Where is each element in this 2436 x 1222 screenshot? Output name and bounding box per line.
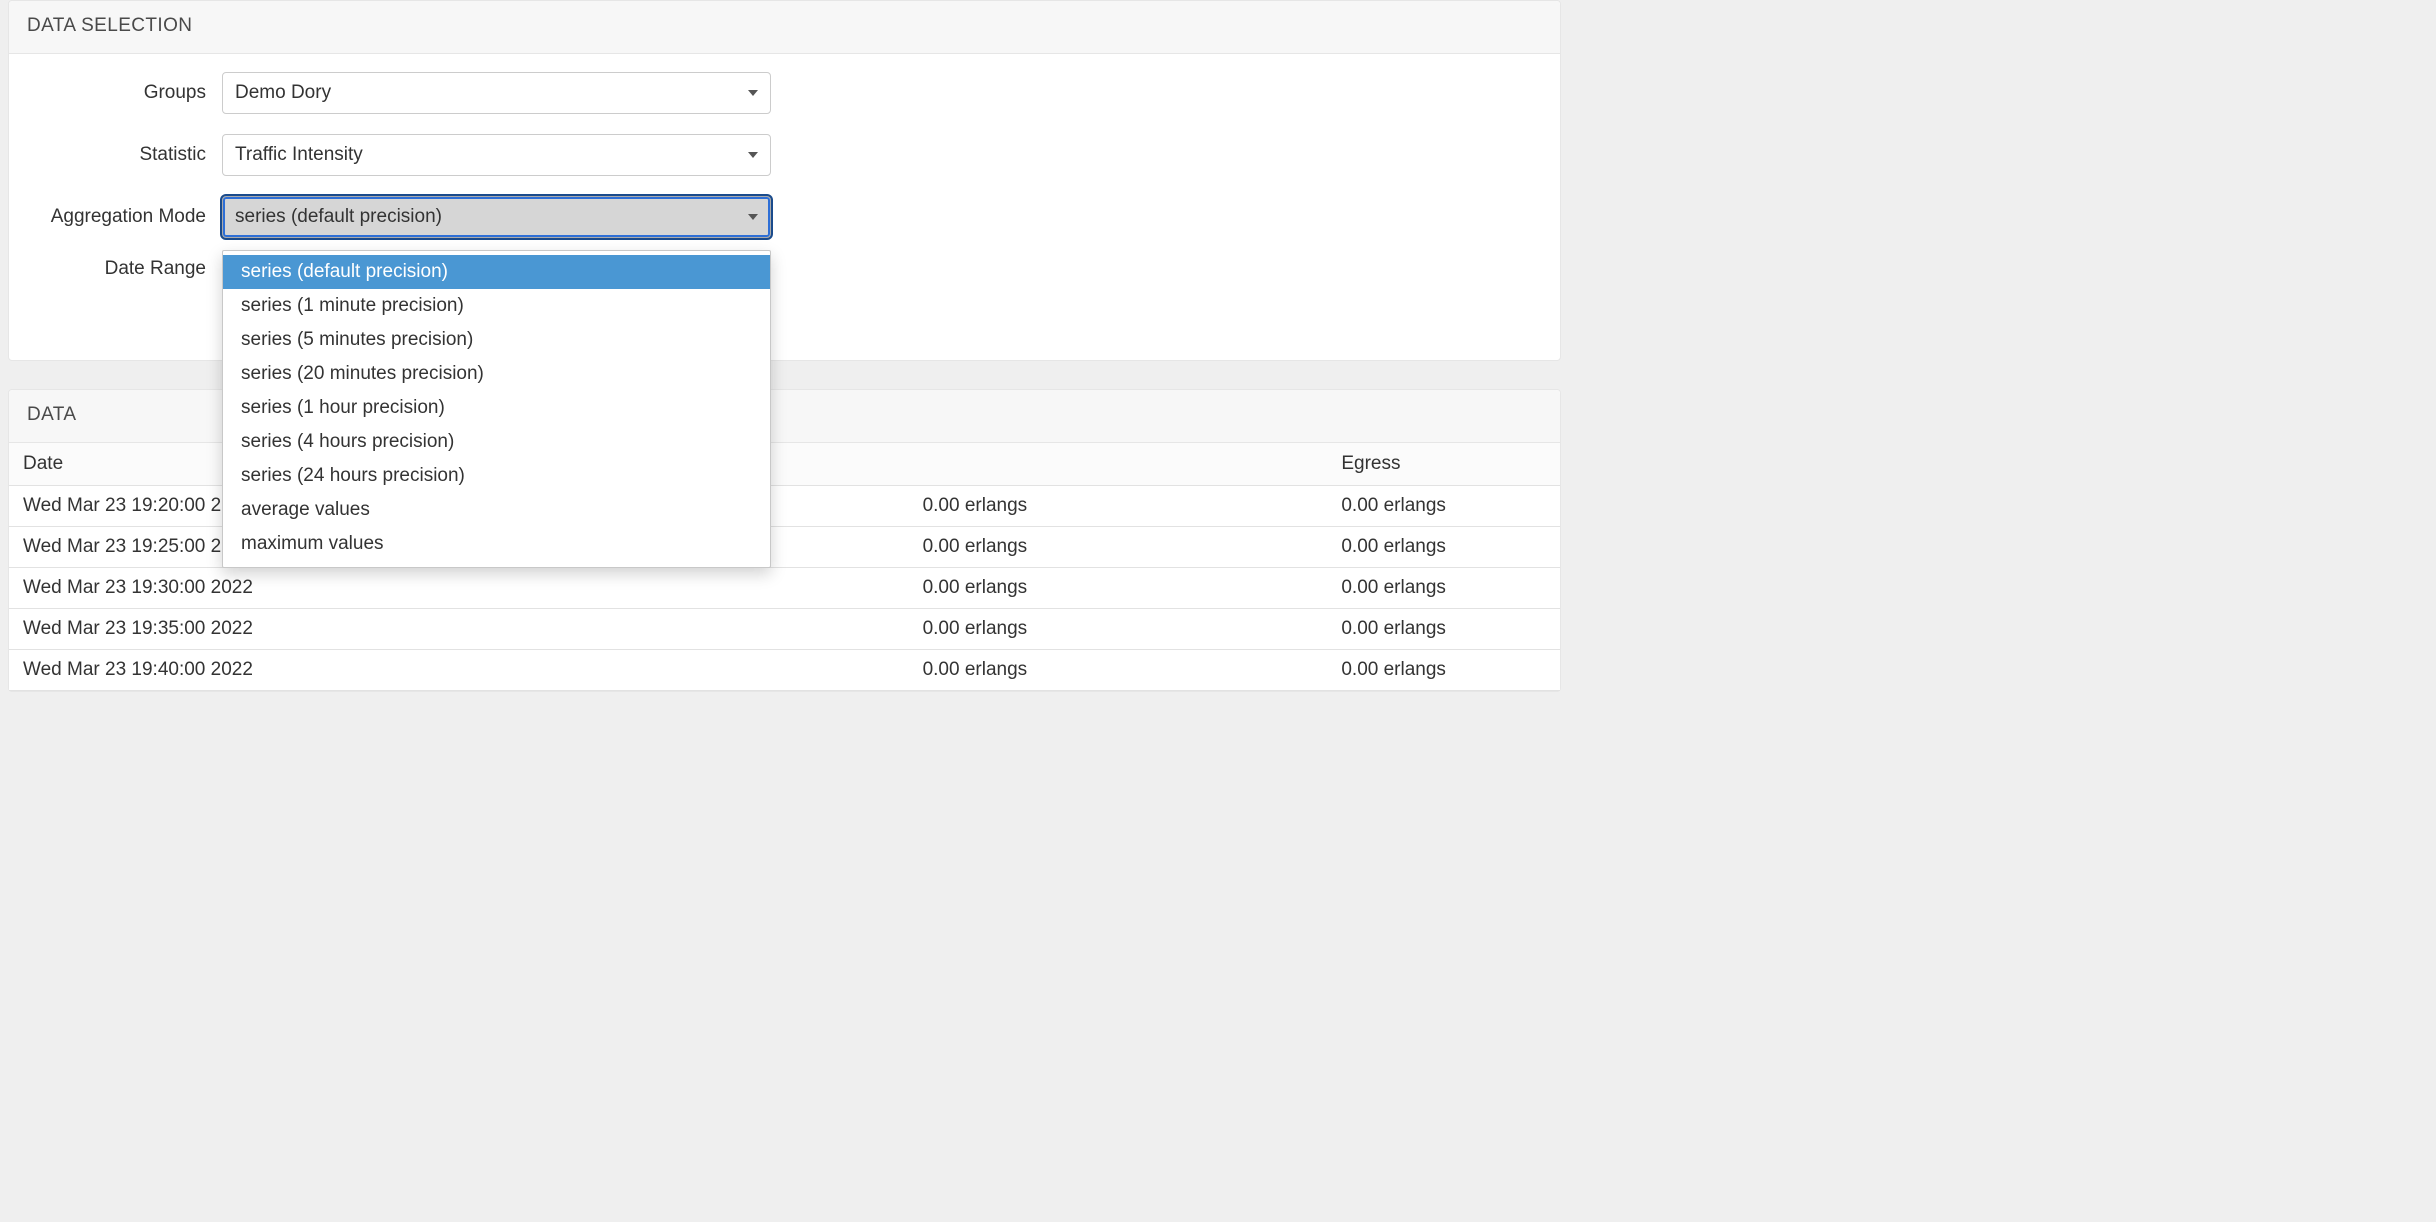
groups-value: Demo Dory — [235, 82, 331, 104]
cell-value: 0.00 erlangs — [909, 609, 1328, 650]
aggregation-option[interactable]: series (20 minutes precision) — [223, 357, 770, 391]
aggregation-option[interactable]: series (default precision) — [223, 255, 770, 289]
aggregation-label: Aggregation Mode — [27, 206, 222, 228]
caret-down-icon — [748, 214, 758, 220]
cell-date: Wed Mar 23 19:40:00 2022 — [9, 650, 909, 691]
table-row: Wed Mar 23 19:35:00 20220.00 erlangs0.00… — [9, 609, 1560, 650]
cell-date: Wed Mar 23 19:30:00 2022 — [9, 568, 909, 609]
aggregation-row: Aggregation Mode series (default precisi… — [27, 196, 1542, 238]
aggregation-option[interactable]: maximum values — [223, 527, 770, 561]
aggregation-option[interactable]: series (24 hours precision) — [223, 459, 770, 493]
aggregation-value: series (default precision) — [235, 206, 442, 228]
caret-down-icon — [748, 90, 758, 96]
date-range-label: Date Range — [27, 258, 222, 280]
aggregation-option[interactable]: series (1 minute precision) — [223, 289, 770, 323]
cell-date: Wed Mar 23 19:35:00 2022 — [9, 609, 909, 650]
data-selection-body: Groups Demo Dory Statistic Traffic Inten… — [9, 54, 1560, 360]
col-egress[interactable]: Egress — [1327, 443, 1560, 486]
statistic-select[interactable]: Traffic Intensity — [222, 134, 771, 176]
groups-row: Groups Demo Dory — [27, 72, 1542, 114]
aggregation-option[interactable]: average values — [223, 493, 770, 527]
cell-egress: 0.00 erlangs — [1327, 527, 1560, 568]
col-mid[interactable] — [909, 443, 1328, 486]
aggregation-listbox[interactable]: series (default precision)series (1 minu… — [222, 250, 771, 568]
table-row: Wed Mar 23 19:40:00 20220.00 erlangs0.00… — [9, 650, 1560, 691]
statistic-value: Traffic Intensity — [235, 144, 363, 166]
cell-egress: 0.00 erlangs — [1327, 650, 1560, 691]
groups-label: Groups — [27, 82, 222, 104]
cell-value: 0.00 erlangs — [909, 650, 1328, 691]
aggregation-option[interactable]: series (5 minutes precision) — [223, 323, 770, 357]
statistic-label: Statistic — [27, 144, 222, 166]
cell-egress: 0.00 erlangs — [1327, 568, 1560, 609]
cell-egress: 0.00 erlangs — [1327, 609, 1560, 650]
cell-egress: 0.00 erlangs — [1327, 486, 1560, 527]
aggregation-option[interactable]: series (4 hours precision) — [223, 425, 770, 459]
caret-down-icon — [748, 152, 758, 158]
table-row: Wed Mar 23 19:30:00 20220.00 erlangs0.00… — [9, 568, 1560, 609]
data-selection-title: DATA SELECTION — [9, 1, 1560, 54]
cell-value: 0.00 erlangs — [909, 568, 1328, 609]
cell-value: 0.00 erlangs — [909, 527, 1328, 568]
aggregation-option[interactable]: series (1 hour precision) — [223, 391, 770, 425]
groups-select[interactable]: Demo Dory — [222, 72, 771, 114]
cell-value: 0.00 erlangs — [909, 486, 1328, 527]
aggregation-select[interactable]: series (default precision) — [222, 196, 771, 238]
statistic-row: Statistic Traffic Intensity — [27, 134, 1542, 176]
data-selection-panel: DATA SELECTION Groups Demo Dory Statisti… — [8, 0, 1561, 361]
